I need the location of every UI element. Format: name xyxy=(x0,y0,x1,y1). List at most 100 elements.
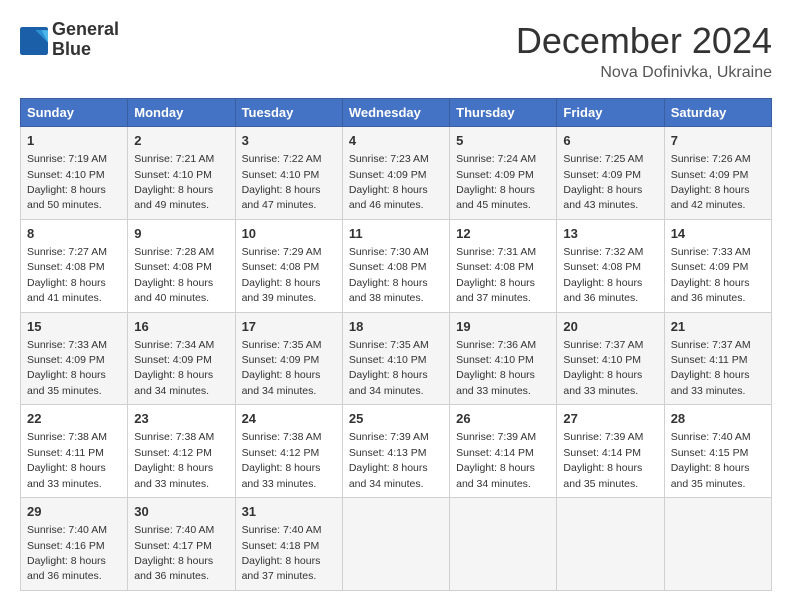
calendar-cell: 24 Sunrise: 7:38 AMSunset: 4:12 PMDayligh… xyxy=(235,405,342,498)
day-info: Sunrise: 7:35 AMSunset: 4:09 PMDaylight:… xyxy=(242,339,322,397)
calendar-cell: 15 Sunrise: 7:33 AMSunset: 4:09 PMDayligh… xyxy=(21,312,128,405)
weekday-header-friday: Friday xyxy=(557,99,664,127)
day-number: 24 xyxy=(242,410,336,428)
day-number: 15 xyxy=(27,318,121,336)
day-info: Sunrise: 7:35 AMSunset: 4:10 PMDaylight:… xyxy=(349,339,429,397)
calendar-cell: 17 Sunrise: 7:35 AMSunset: 4:09 PMDayligh… xyxy=(235,312,342,405)
calendar-cell: 25 Sunrise: 7:39 AMSunset: 4:13 PMDayligh… xyxy=(342,405,449,498)
day-info: Sunrise: 7:26 AMSunset: 4:09 PMDaylight:… xyxy=(671,153,751,211)
day-number: 16 xyxy=(134,318,228,336)
day-info: Sunrise: 7:31 AMSunset: 4:08 PMDaylight:… xyxy=(456,246,536,304)
day-number: 20 xyxy=(563,318,657,336)
day-number: 11 xyxy=(349,225,443,243)
day-info: Sunrise: 7:40 AMSunset: 4:16 PMDaylight:… xyxy=(27,524,107,582)
weekday-header-sunday: Sunday xyxy=(21,99,128,127)
day-info: Sunrise: 7:38 AMSunset: 4:12 PMDaylight:… xyxy=(134,431,214,489)
title-block: December 2024 Nova Dofinivka, Ukraine xyxy=(516,20,772,82)
day-number: 29 xyxy=(27,503,121,521)
day-info: Sunrise: 7:33 AMSunset: 4:09 PMDaylight:… xyxy=(27,339,107,397)
day-number: 8 xyxy=(27,225,121,243)
calendar-cell: 19 Sunrise: 7:36 AMSunset: 4:10 PMDayligh… xyxy=(450,312,557,405)
day-number: 4 xyxy=(349,132,443,150)
day-number: 18 xyxy=(349,318,443,336)
day-info: Sunrise: 7:29 AMSunset: 4:08 PMDaylight:… xyxy=(242,246,322,304)
calendar-table: SundayMondayTuesdayWednesdayThursdayFrid… xyxy=(20,98,772,591)
calendar-cell: 3 Sunrise: 7:22 AMSunset: 4:10 PMDaylight… xyxy=(235,127,342,220)
day-number: 9 xyxy=(134,225,228,243)
day-number: 3 xyxy=(242,132,336,150)
calendar-header-row: SundayMondayTuesdayWednesdayThursdayFrid… xyxy=(21,99,772,127)
calendar-cell: 9Sunrise: 7:28 AMSunset: 4:08 PMDaylight… xyxy=(128,219,235,312)
day-number: 10 xyxy=(242,225,336,243)
logo-text: General Blue xyxy=(52,20,119,60)
calendar-cell: 12Sunrise: 7:31 AMSunset: 4:08 PMDayligh… xyxy=(450,219,557,312)
location-subtitle: Nova Dofinivka, Ukraine xyxy=(516,64,772,82)
day-info: Sunrise: 7:38 AMSunset: 4:12 PMDaylight:… xyxy=(242,431,322,489)
day-info: Sunrise: 7:32 AMSunset: 4:08 PMDaylight:… xyxy=(563,246,643,304)
day-number: 19 xyxy=(456,318,550,336)
day-info: Sunrise: 7:21 AMSunset: 4:10 PMDaylight:… xyxy=(134,153,214,211)
weekday-header-wednesday: Wednesday xyxy=(342,99,449,127)
day-number: 2 xyxy=(134,132,228,150)
day-number: 22 xyxy=(27,410,121,428)
calendar-cell: 14Sunrise: 7:33 AMSunset: 4:09 PMDayligh… xyxy=(664,219,771,312)
day-number: 28 xyxy=(671,410,765,428)
calendar-cell xyxy=(664,498,771,591)
day-number: 26 xyxy=(456,410,550,428)
day-number: 13 xyxy=(563,225,657,243)
calendar-cell: 21Sunrise: 7:37 AMSunset: 4:11 PMDayligh… xyxy=(664,312,771,405)
calendar-cell: 2 Sunrise: 7:21 AMSunset: 4:10 PMDaylight… xyxy=(128,127,235,220)
day-info: Sunrise: 7:25 AMSunset: 4:09 PMDaylight:… xyxy=(563,153,643,211)
month-year-title: December 2024 xyxy=(516,20,772,62)
day-info: Sunrise: 7:27 AMSunset: 4:08 PMDaylight:… xyxy=(27,246,107,304)
calendar-cell: 8 Sunrise: 7:27 AMSunset: 4:08 PMDaylight… xyxy=(21,219,128,312)
calendar-cell: 26 Sunrise: 7:39 AMSunset: 4:14 PMDayligh… xyxy=(450,405,557,498)
day-info: Sunrise: 7:38 AMSunset: 4:11 PMDaylight:… xyxy=(27,431,107,489)
day-info: Sunrise: 7:37 AMSunset: 4:10 PMDaylight:… xyxy=(563,339,643,397)
calendar-cell: 6 Sunrise: 7:25 AMSunset: 4:09 PMDaylight… xyxy=(557,127,664,220)
calendar-cell xyxy=(557,498,664,591)
calendar-cell: 5 Sunrise: 7:24 AMSunset: 4:09 PMDaylight… xyxy=(450,127,557,220)
calendar-cell xyxy=(450,498,557,591)
day-info: Sunrise: 7:39 AMSunset: 4:13 PMDaylight:… xyxy=(349,431,429,489)
day-info: Sunrise: 7:36 AMSunset: 4:10 PMDaylight:… xyxy=(456,339,536,397)
calendar-cell: 13 Sunrise: 7:32 AMSunset: 4:08 PMDayligh… xyxy=(557,219,664,312)
calendar-cell xyxy=(342,498,449,591)
day-info: Sunrise: 7:19 AMSunset: 4:10 PMDaylight:… xyxy=(27,153,107,211)
calendar-cell: 28 Sunrise: 7:40 AMSunset: 4:15 PMDayligh… xyxy=(664,405,771,498)
day-number: 14 xyxy=(671,225,765,243)
weekday-header-monday: Monday xyxy=(128,99,235,127)
calendar-week-row: 22 Sunrise: 7:38 AMSunset: 4:11 PMDayligh… xyxy=(21,405,772,498)
day-number: 17 xyxy=(242,318,336,336)
general-blue-logo-icon xyxy=(20,27,48,55)
calendar-week-row: 15 Sunrise: 7:33 AMSunset: 4:09 PMDayligh… xyxy=(21,312,772,405)
day-number: 25 xyxy=(349,410,443,428)
day-info: Sunrise: 7:40 AMSunset: 4:17 PMDaylight:… xyxy=(134,524,214,582)
day-info: Sunrise: 7:23 AMSunset: 4:09 PMDaylight:… xyxy=(349,153,429,211)
calendar-week-row: 29 Sunrise: 7:40 AMSunset: 4:16 PMDayligh… xyxy=(21,498,772,591)
calendar-cell: 18 Sunrise: 7:35 AMSunset: 4:10 PMDayligh… xyxy=(342,312,449,405)
day-number: 6 xyxy=(563,132,657,150)
page-header: General Blue December 2024 Nova Dofinivk… xyxy=(20,20,772,82)
calendar-week-row: 1 Sunrise: 7:19 AMSunset: 4:10 PMDaylight… xyxy=(21,127,772,220)
calendar-cell: 16Sunrise: 7:34 AMSunset: 4:09 PMDayligh… xyxy=(128,312,235,405)
calendar-cell: 27Sunrise: 7:39 AMSunset: 4:14 PMDayligh… xyxy=(557,405,664,498)
day-info: Sunrise: 7:39 AMSunset: 4:14 PMDaylight:… xyxy=(456,431,536,489)
calendar-cell: 7Sunrise: 7:26 AMSunset: 4:09 PMDaylight… xyxy=(664,127,771,220)
day-number: 23 xyxy=(134,410,228,428)
calendar-cell: 23 Sunrise: 7:38 AMSunset: 4:12 PMDayligh… xyxy=(128,405,235,498)
day-info: Sunrise: 7:30 AMSunset: 4:08 PMDaylight:… xyxy=(349,246,429,304)
calendar-cell: 10 Sunrise: 7:29 AMSunset: 4:08 PMDayligh… xyxy=(235,219,342,312)
calendar-cell: 20 Sunrise: 7:37 AMSunset: 4:10 PMDayligh… xyxy=(557,312,664,405)
weekday-header-saturday: Saturday xyxy=(664,99,771,127)
calendar-cell: 4 Sunrise: 7:23 AMSunset: 4:09 PMDaylight… xyxy=(342,127,449,220)
day-number: 1 xyxy=(27,132,121,150)
calendar-cell: 31Sunrise: 7:40 AMSunset: 4:18 PMDayligh… xyxy=(235,498,342,591)
day-info: Sunrise: 7:40 AMSunset: 4:15 PMDaylight:… xyxy=(671,431,751,489)
day-number: 5 xyxy=(456,132,550,150)
day-info: Sunrise: 7:22 AMSunset: 4:10 PMDaylight:… xyxy=(242,153,322,211)
logo: General Blue xyxy=(20,20,119,60)
day-number: 21 xyxy=(671,318,765,336)
day-info: Sunrise: 7:24 AMSunset: 4:09 PMDaylight:… xyxy=(456,153,536,211)
calendar-cell: 1 Sunrise: 7:19 AMSunset: 4:10 PMDaylight… xyxy=(21,127,128,220)
